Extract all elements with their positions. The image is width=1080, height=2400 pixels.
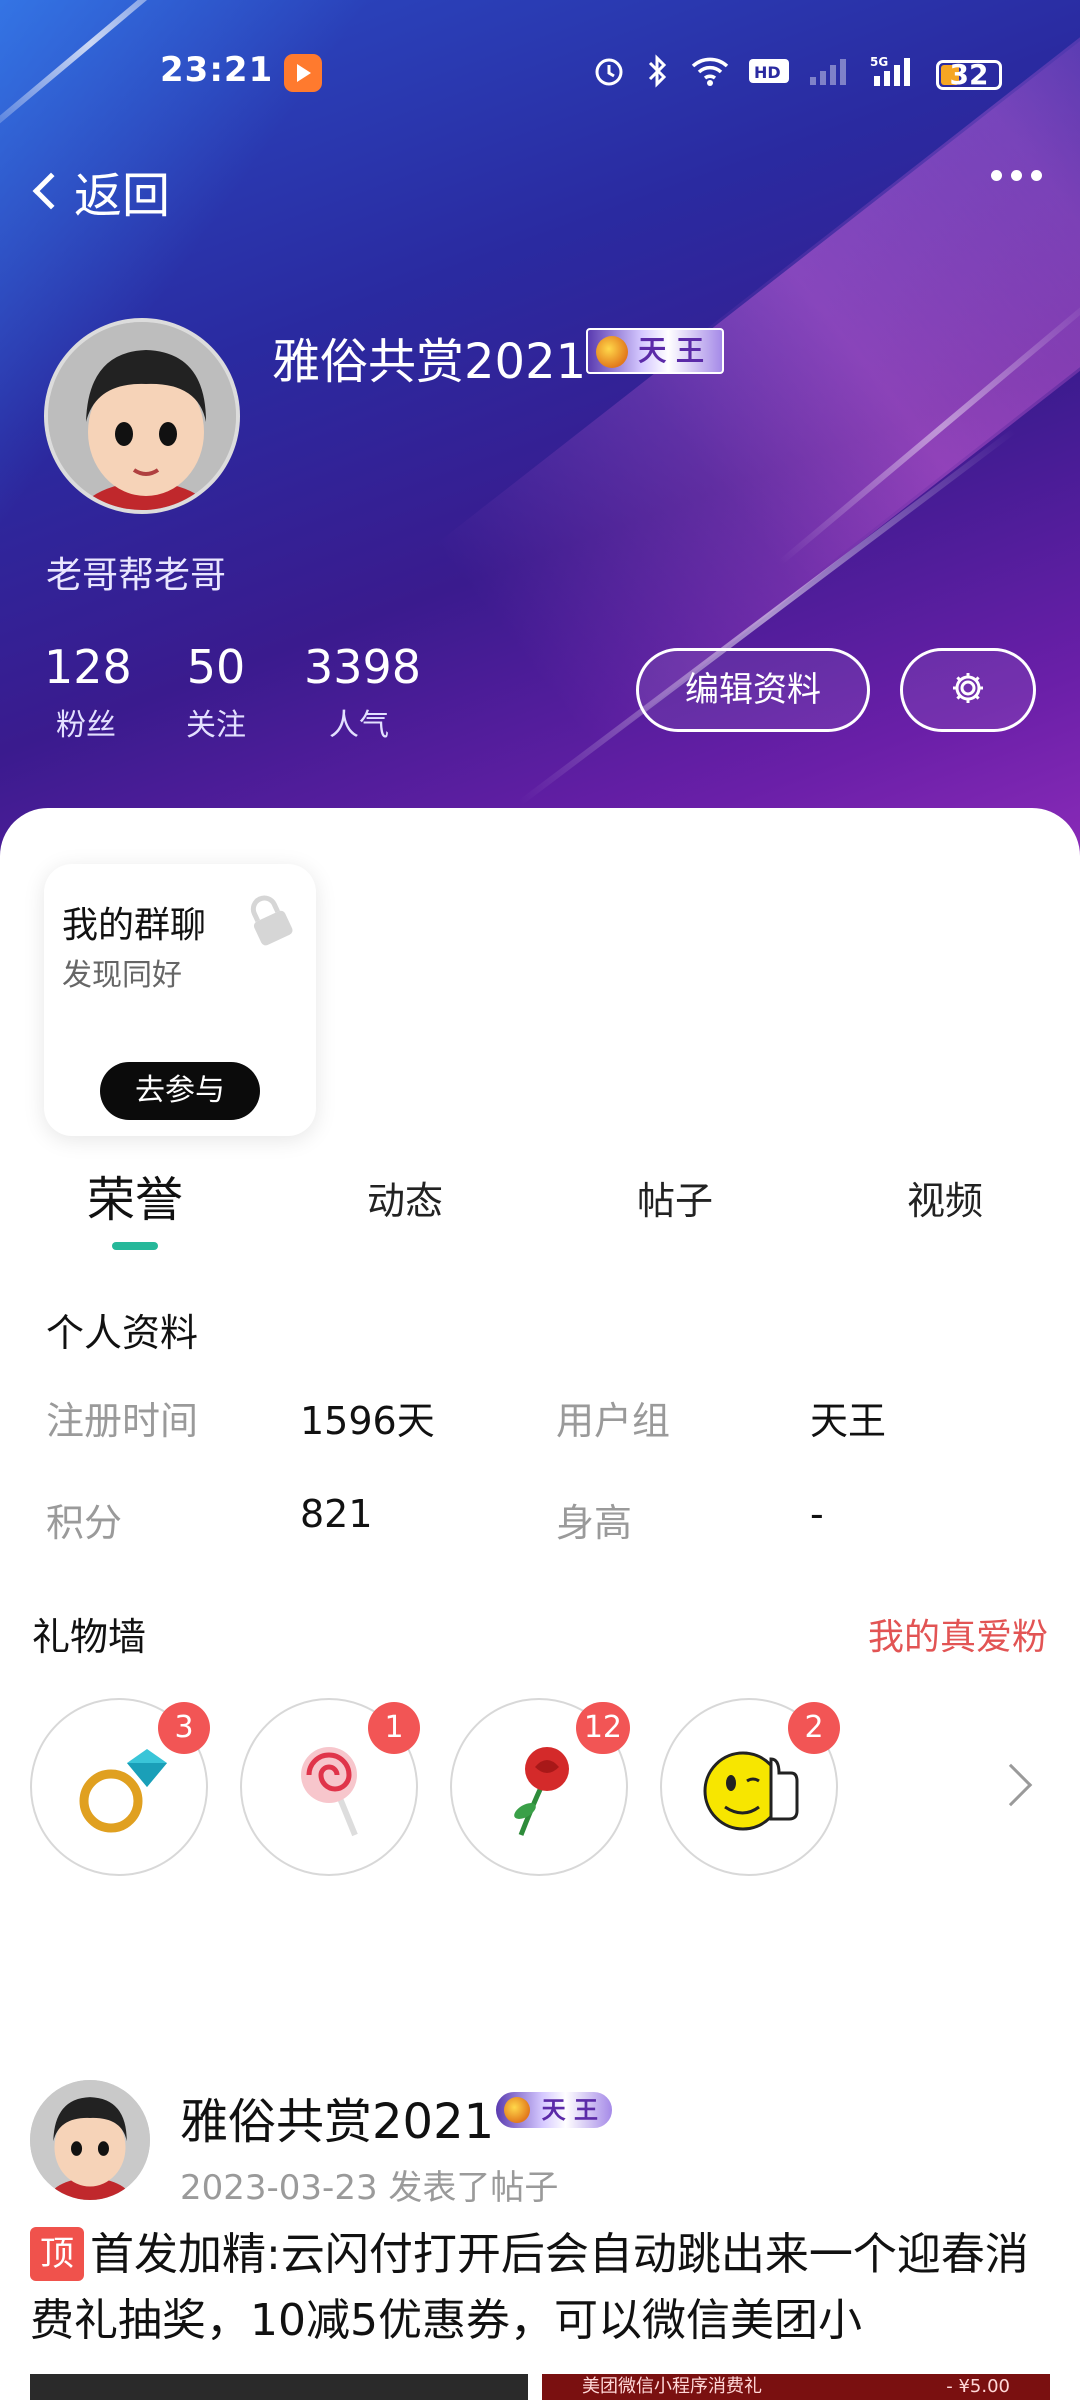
video-app-icon bbox=[284, 54, 322, 92]
chevron-left-icon bbox=[32, 172, 70, 210]
group-chat-card[interactable]: 我的群聊 发现同好 去参与 bbox=[44, 864, 316, 1136]
more-dots-icon bbox=[991, 170, 1002, 181]
post-image-caption: 美团微信小程序消费礼 bbox=[582, 2376, 762, 2397]
gift-item[interactable]: 3 bbox=[30, 1698, 210, 1876]
tab-honor[interactable]: 荣誉 bbox=[87, 1160, 183, 1230]
group-card-subtitle: 发现同好 bbox=[62, 958, 182, 993]
thumbs-up-emoji-icon bbox=[703, 1751, 799, 1831]
post-image-left[interactable] bbox=[30, 2374, 528, 2400]
true-fans-link[interactable]: 我的真爱粉 bbox=[868, 1608, 1048, 1660]
gift-count-badge: 2 bbox=[788, 1702, 840, 1754]
back-button[interactable]: 返回 bbox=[28, 156, 170, 226]
post-author-badge: 天 王 bbox=[494, 2090, 614, 2130]
personal-info-title: 个人资料 bbox=[46, 1311, 199, 1355]
post-image-right[interactable]: 美团微信小程序消费礼 - ¥5.00 bbox=[542, 2374, 1050, 2400]
profile-tabs: 荣誉 动态 帖子 视频 bbox=[0, 1160, 1080, 1250]
status-bar: 23:21 HD 5G 32 bbox=[0, 40, 1080, 104]
diamond-ring-icon bbox=[79, 1749, 167, 1833]
gift-item[interactable]: 2 bbox=[660, 1698, 840, 1876]
svg-text:HD: HD bbox=[754, 63, 781, 82]
status-time: 23:21 bbox=[160, 50, 274, 90]
level-badge: 天 王 bbox=[586, 328, 724, 374]
gift-count-badge: 3 bbox=[158, 1702, 210, 1754]
back-label: 返回 bbox=[74, 168, 171, 224]
rose-icon bbox=[514, 1747, 569, 1836]
avatar[interactable] bbox=[44, 318, 240, 514]
gear-icon bbox=[950, 670, 986, 710]
info-label-register-time: 注册时间 bbox=[46, 1399, 199, 1443]
wifi-icon bbox=[690, 55, 730, 94]
gift-item[interactable]: 12 bbox=[450, 1698, 630, 1876]
gift-count-badge: 1 bbox=[368, 1702, 420, 1754]
post-meta: 2023-03-23 发表了帖子 bbox=[180, 2168, 559, 2208]
edit-profile-button[interactable]: 编辑资料 bbox=[636, 648, 870, 732]
post-author-avatar[interactable] bbox=[30, 2080, 150, 2200]
tab-activity[interactable]: 动态 bbox=[367, 1170, 443, 1225]
gift-item[interactable]: 1 bbox=[240, 1698, 420, 1876]
info-value-user-group: 天王 bbox=[810, 1399, 887, 1443]
hd-icon: HD bbox=[748, 56, 790, 93]
group-card-title: 我的群聊 bbox=[62, 905, 207, 946]
info-value-points: 821 bbox=[300, 1492, 373, 1536]
battery-indicator: 32 bbox=[936, 59, 1002, 90]
profile-username: 雅俗共赏2021 bbox=[272, 334, 587, 390]
lock-icon bbox=[242, 890, 296, 952]
stat-following[interactable]: 50 关注 bbox=[178, 640, 254, 744]
pinned-tag: 顶 bbox=[30, 2227, 84, 2281]
signal-weak-icon bbox=[808, 55, 852, 94]
info-value-height: - bbox=[810, 1492, 824, 1536]
svg-text:5G: 5G bbox=[870, 55, 888, 69]
bluetooth-icon bbox=[644, 54, 672, 95]
active-tab-indicator bbox=[112, 1242, 158, 1250]
lollipop-icon bbox=[301, 1747, 358, 1837]
post-title-text: 首发加精:云闪付打开后会自动跳出来一个迎春消费礼抽奖，10减5优惠券，可以微信美… bbox=[30, 2229, 1029, 2346]
tab-videos[interactable]: 视频 bbox=[907, 1170, 983, 1225]
post-author-name[interactable]: 雅俗共赏2021 bbox=[180, 2082, 494, 2152]
info-label-user-group: 用户组 bbox=[556, 1399, 671, 1443]
tab-posts[interactable]: 帖子 bbox=[637, 1170, 713, 1225]
alarm-icon bbox=[592, 54, 626, 95]
join-group-button[interactable]: 去参与 bbox=[100, 1062, 260, 1120]
signal-5g-icon: 5G bbox=[870, 54, 918, 95]
gift-wall-title: 礼物墙 bbox=[32, 1615, 147, 1659]
more-options-button[interactable] bbox=[991, 170, 1042, 181]
gift-count-badge: 12 bbox=[575, 1702, 630, 1754]
settings-button[interactable] bbox=[900, 648, 1036, 732]
info-value-register-time: 1596天 bbox=[300, 1399, 435, 1443]
stat-popularity[interactable]: 3398 人气 bbox=[304, 640, 421, 744]
profile-bio: 老哥帮老哥 bbox=[46, 555, 227, 596]
post-image-price: - ¥5.00 bbox=[946, 2376, 1010, 2397]
info-label-points: 积分 bbox=[46, 1501, 123, 1545]
stat-fans[interactable]: 128 粉丝 bbox=[44, 640, 132, 744]
post-title[interactable]: 顶首发加精:云闪付打开后会自动跳出来一个迎春消费礼抽奖，10减5优惠券，可以微信… bbox=[30, 2222, 1050, 2354]
info-label-height: 身高 bbox=[556, 1501, 633, 1545]
